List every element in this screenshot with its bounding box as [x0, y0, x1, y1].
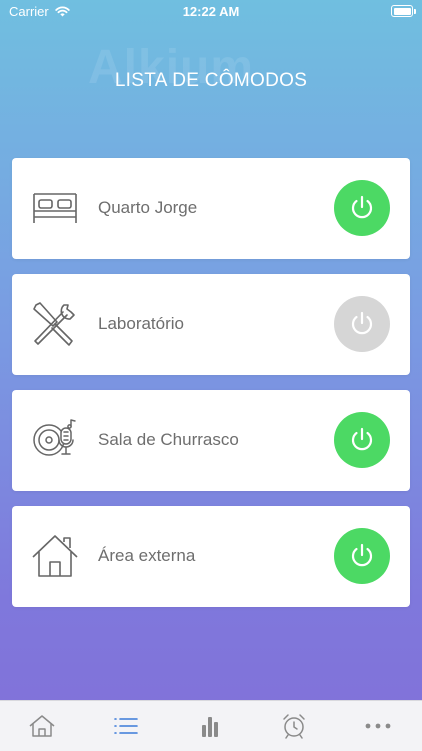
power-icon [351, 543, 373, 567]
more-dots-icon [365, 723, 391, 729]
battery-icon [391, 5, 416, 17]
room-card-sala-de-churrasco[interactable]: Sala de Churrasco [12, 390, 410, 491]
power-toggle-button[interactable] [334, 296, 390, 352]
room-label: Quarto Jorge [98, 198, 198, 217]
bed-icon [31, 184, 79, 232]
vinyl-microphone-icon [31, 416, 79, 464]
tab-home[interactable] [0, 701, 84, 751]
room-label: Sala de Churrasco [98, 430, 239, 449]
power-icon [351, 311, 373, 335]
power-toggle-button[interactable] [334, 180, 390, 236]
bar-chart-icon [202, 717, 218, 737]
room-label: Área externa [98, 546, 196, 565]
room-card-laboratorio[interactable]: Laboratório [12, 274, 410, 375]
room-card-area-externa[interactable]: Área externa [12, 506, 410, 607]
house-icon [31, 532, 79, 580]
tab-list[interactable] [84, 701, 168, 751]
list-icon [114, 718, 138, 734]
power-toggle-button[interactable] [334, 412, 390, 468]
room-card-quarto-jorge[interactable]: Quarto Jorge [12, 158, 410, 259]
tab-bar [0, 700, 422, 751]
tab-stats[interactable] [168, 701, 252, 751]
status-time: 12:22 AM [182, 4, 240, 19]
tab-alarm[interactable] [252, 701, 336, 751]
tools-icon [31, 300, 79, 348]
house-icon [29, 715, 55, 737]
alarm-clock-icon [283, 714, 305, 739]
power-toggle-button[interactable] [334, 528, 390, 584]
page-title: LISTA DE CÔMODOS [114, 70, 308, 91]
power-icon [351, 427, 373, 451]
room-label: Laboratório [98, 314, 185, 333]
power-icon [351, 195, 373, 219]
tab-more[interactable] [336, 701, 420, 751]
status-bar: Carrier 12:22 AM [0, 0, 422, 24]
